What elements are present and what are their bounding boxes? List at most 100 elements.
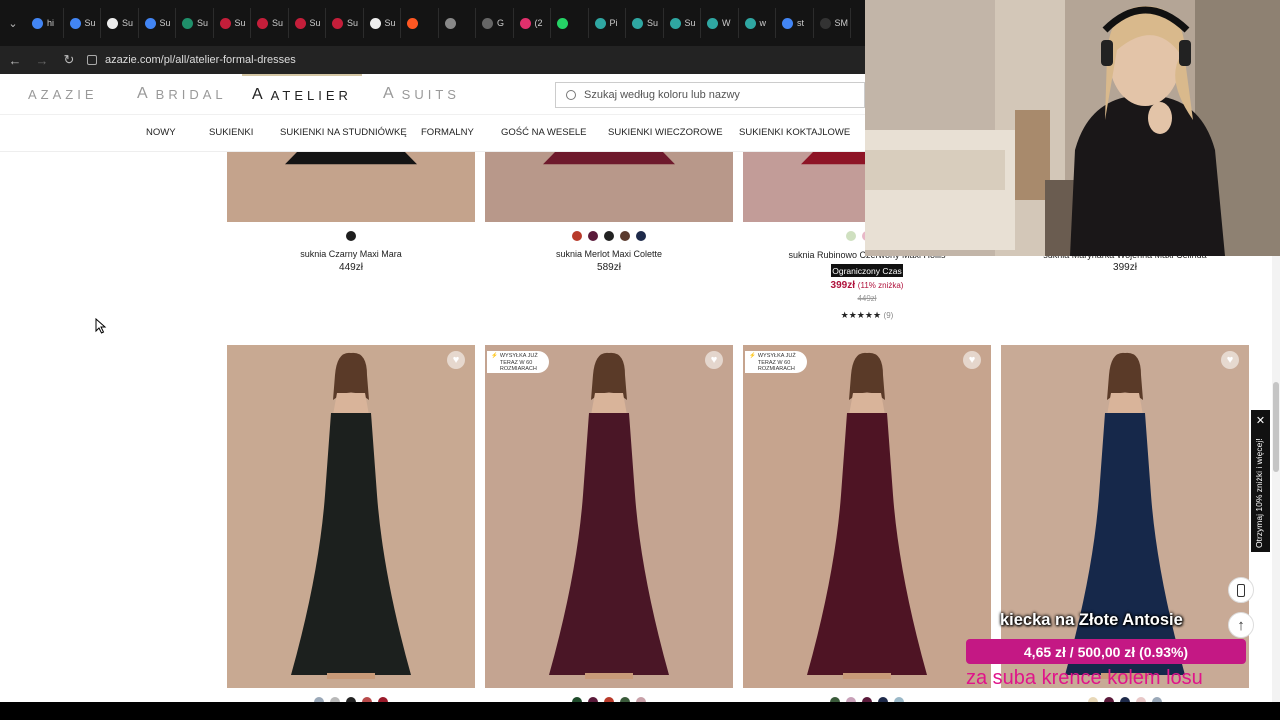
url-field[interactable]: azazie.com/pl/all/atelier-formal-dresses — [87, 54, 296, 66]
forward-icon[interactable]: → — [30, 48, 54, 72]
browser-tab[interactable]: w — [739, 8, 776, 38]
product-name[interactable]: suknia Czarny Maxi Mara — [227, 249, 475, 259]
bottom-edge — [0, 702, 1280, 720]
heart-icon[interactable]: ♥ — [1221, 351, 1239, 369]
browser-tab[interactable]: Su — [664, 8, 701, 38]
nav-item-studniowka[interactable]: SUKIENKI NA STUDNIÓWKĘ — [280, 127, 407, 138]
product-price: 449zł — [339, 262, 363, 273]
heart-icon[interactable]: ♥ — [447, 351, 465, 369]
tab-title: w — [759, 18, 767, 28]
product-name[interactable]: suknia Merlot Maxi Colette — [485, 249, 733, 259]
product-image[interactable] — [485, 152, 733, 222]
tab-favicon-icon — [407, 17, 418, 29]
tab-favicon-icon — [257, 17, 268, 29]
browser-tab[interactable] — [439, 8, 476, 38]
nav-item-sukienki[interactable]: SUKIENKI — [209, 127, 253, 138]
discount-side-tab[interactable]: ✕ Otrzymaj 10% zniżki i więcej! — [1251, 410, 1270, 552]
scrollbar-thumb[interactable] — [1273, 382, 1279, 472]
tab-title: Su — [347, 18, 359, 28]
color-swatch[interactable] — [636, 231, 646, 241]
review-count: (9) — [883, 311, 894, 320]
product-image[interactable]: ♥ ⚡ WYSYŁKA JUŻ TERAZ W 60 ROZMIARACH — [485, 345, 733, 688]
browser-tab[interactable]: Su — [289, 8, 326, 38]
mouse-cursor-icon — [95, 318, 107, 334]
site-info-icon[interactable] — [87, 55, 97, 65]
brand-label: AZAZIE — [28, 86, 98, 102]
nav-item-wieczorowe[interactable]: SUKIENKI WIECZOROWE — [608, 127, 723, 138]
browser-tab[interactable]: Su — [101, 8, 139, 38]
browser-tab[interactable]: W — [701, 8, 739, 38]
heart-icon[interactable]: ♥ — [705, 351, 723, 369]
brand-label: BRIDAL — [155, 86, 227, 102]
back-icon[interactable]: ← — [3, 48, 27, 72]
product-image[interactable]: ♥ — [1001, 345, 1249, 688]
brand-atelier[interactable]: A ATELIER — [242, 74, 362, 114]
browser-tab[interactable]: G — [476, 8, 514, 38]
color-swatch[interactable] — [588, 231, 598, 241]
nav-item-formalny[interactable]: FORMALNY — [421, 127, 474, 138]
scroll-top-button[interactable]: ↑ — [1228, 612, 1254, 638]
tab-title: Su — [84, 18, 96, 28]
azazie-a-logo-icon: A — [383, 85, 394, 102]
browser-tab[interactable]: Su — [364, 8, 401, 38]
browser-tab[interactable] — [551, 8, 589, 38]
tab-favicon-icon — [557, 17, 568, 29]
tab-title: Su — [647, 18, 659, 28]
brand-suits[interactable]: A SUITS — [383, 74, 460, 114]
url-text: azazie.com/pl/all/atelier-formal-dresses — [105, 54, 296, 66]
tab-title: W — [722, 18, 731, 28]
color-swatch[interactable] — [346, 231, 356, 241]
tab-favicon-icon — [332, 17, 343, 29]
browser-tab-strip: ⌄ hi Su Su Su Su Su Su Su Su Su G (2 Pi Su Su Ww st SM — [0, 0, 865, 46]
browser-tab[interactable]: Su — [176, 8, 214, 38]
product-image[interactable]: ♥ — [227, 345, 475, 688]
close-icon[interactable]: ✕ — [1251, 414, 1270, 427]
brand-label: ATELIER — [270, 87, 352, 103]
browser-tab[interactable]: Su — [251, 8, 289, 38]
color-swatch[interactable] — [604, 231, 614, 241]
heart-icon[interactable]: ♥ — [963, 351, 981, 369]
shipping-badge: ⚡ WYSYŁKA JUŻ TERAZ W 60 ROZMIARACH — [745, 351, 807, 373]
dress-model-image — [285, 152, 417, 165]
browser-tab[interactable]: hi — [26, 8, 64, 38]
lightning-icon: ⚡ — [491, 353, 498, 359]
browser-tab[interactable]: (2 — [514, 8, 551, 38]
browser-tab[interactable]: Su — [326, 8, 364, 38]
browser-tab[interactable]: Su — [214, 8, 251, 38]
stream-goal-title: kiecka na Złote Antosie — [1000, 611, 1183, 629]
product-image[interactable] — [227, 152, 475, 222]
webcam-image — [865, 0, 1280, 256]
brand-azazie[interactable]: AZAZIE — [28, 74, 98, 114]
browser-tab[interactable]: Su — [139, 8, 176, 38]
sale-price: 399zł (11% zniżka) — [790, 280, 944, 291]
color-swatch[interactable] — [620, 231, 630, 241]
tab-list-dropdown-icon[interactable]: ⌄ — [0, 0, 26, 46]
rating[interactable]: ★★★★★ (9) — [790, 310, 944, 321]
color-swatch[interactable] — [846, 231, 856, 241]
tab-list: hi Su Su Su Su Su Su Su Su Su G (2 Pi Su Su Ww st SM — [26, 0, 851, 46]
product-image[interactable]: ♥ ⚡ WYSYŁKA JUŻ TERAZ W 60 ROZMIARACH — [743, 345, 991, 688]
nav-item-nowy[interactable]: NOWY — [146, 127, 176, 138]
phone-icon[interactable] — [1228, 577, 1254, 603]
tab-title: hi — [47, 18, 55, 28]
brand-bridal[interactable]: A BRIDAL — [137, 74, 227, 114]
tab-favicon-icon — [782, 17, 793, 29]
color-swatch[interactable] — [572, 231, 582, 241]
browser-tab[interactable]: Su — [626, 8, 664, 38]
limited-time-tag: Ograniczony Czas — [831, 264, 903, 277]
dress-model-image — [807, 352, 927, 679]
nav-item-gosc-na-weselu[interactable]: GOŚĆ NA WESELE — [501, 127, 587, 138]
search-input[interactable]: Szukaj według koloru lub nazwy — [555, 82, 865, 108]
browser-tab[interactable] — [401, 8, 439, 38]
browser-tab[interactable]: st — [776, 8, 814, 38]
nav-item-koktajlowe[interactable]: SUKIENKI KOKTAJLOWE — [739, 127, 850, 138]
shipping-badge-text: WYSYŁKA JUŻ TERAZ W 60 ROZMIARACH — [499, 353, 538, 372]
tab-title: SM — [834, 18, 849, 28]
shipping-badge: ⚡ WYSYŁKA JUŻ TERAZ W 60 ROZMIARACH — [487, 351, 549, 373]
browser-tab[interactable]: Su — [64, 8, 101, 38]
tab-title: G — [497, 18, 505, 28]
browser-tab[interactable]: Pi — [589, 8, 626, 38]
browser-tab[interactable]: SM — [814, 8, 851, 38]
reload-icon[interactable]: ↻ — [57, 48, 81, 72]
tab-title: Su — [684, 18, 696, 28]
